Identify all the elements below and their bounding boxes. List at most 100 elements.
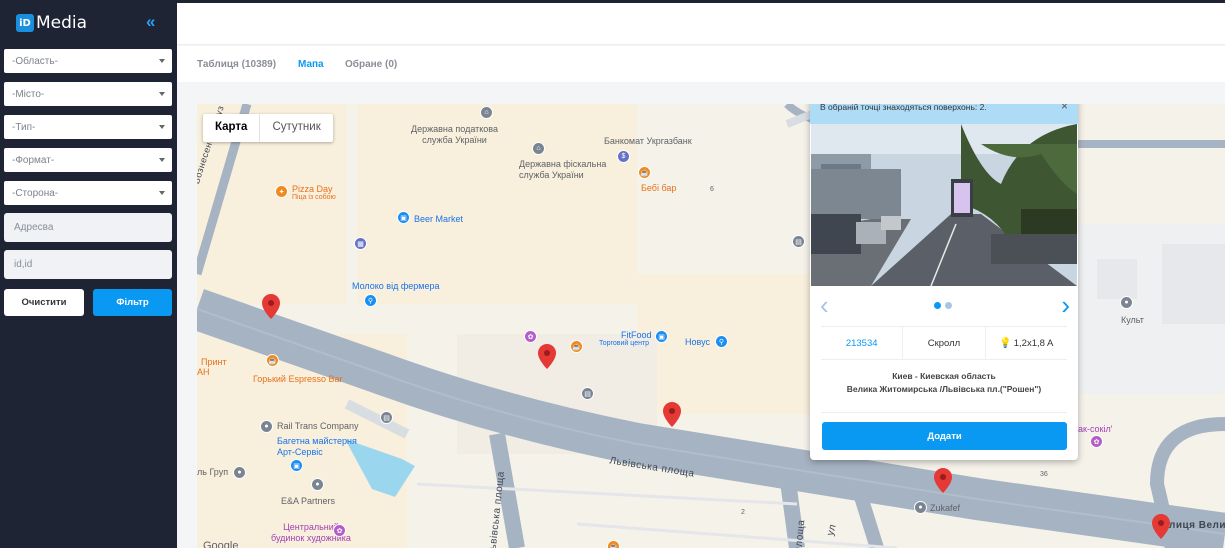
- store-icon: ▦: [354, 237, 367, 250]
- tab-favorites[interactable]: Обране (0): [345, 59, 397, 70]
- billboard-city: Киев - Киевская область: [892, 371, 996, 381]
- building-number-36: 36: [1040, 471, 1048, 478]
- cart-icon: ⚲: [715, 335, 728, 348]
- google-logo: Google: [203, 540, 239, 548]
- region-select-value: -Область-: [12, 56, 58, 67]
- map-type-satellite[interactable]: Сутутник: [260, 114, 332, 142]
- photo-pagination: [934, 302, 952, 309]
- map-marker-pin[interactable]: [1152, 514, 1170, 539]
- cafe-icon: ☕: [570, 340, 583, 353]
- shopping-bag-icon: ▣: [397, 211, 410, 224]
- logo-text: Media: [36, 13, 88, 33]
- cafe-icon: ☕: [607, 540, 620, 548]
- cafe-icon: ☕: [638, 166, 651, 179]
- side-select[interactable]: -Сторона-: [4, 181, 172, 205]
- collapse-sidebar-icon[interactable]: «: [146, 12, 155, 32]
- place-icon: ●: [311, 478, 324, 491]
- poi-novus[interactable]: Новус: [685, 337, 710, 347]
- lightbulb-icon: 💡: [999, 337, 1012, 349]
- building-number-2: 2: [741, 509, 745, 516]
- poi-rail-trans[interactable]: Rail Trans Company: [277, 421, 359, 431]
- view-tabs: Таблиця (10389) Мапа Обране (0): [177, 46, 1225, 82]
- building-number-6: 6: [710, 186, 714, 193]
- billboard-address: Киев - Киевская область Велика Житомирсь…: [810, 370, 1078, 396]
- side-select-value: -Сторона-: [12, 188, 59, 199]
- city-select-value: -Місто-: [12, 89, 45, 100]
- poi-espresso-bar[interactable]: Горький Espresso Bar: [253, 374, 343, 384]
- poi-kult[interactable]: Культ: [1121, 315, 1144, 325]
- bus-stop-icon: ▤: [792, 235, 805, 248]
- logo[interactable]: iD Media: [16, 13, 87, 33]
- place-icon: ●: [914, 501, 927, 514]
- divider: [821, 412, 1067, 413]
- poi-beer-market[interactable]: Beer Market: [414, 214, 463, 224]
- billboard-photo[interactable]: [811, 124, 1077, 286]
- map-marker-pin[interactable]: [538, 344, 556, 369]
- poi-fitfood[interactable]: FitFood: [621, 330, 652, 340]
- map-marker-pin[interactable]: [663, 402, 681, 427]
- place-icon: ●: [1120, 296, 1133, 309]
- bus-stop-icon: ▤: [380, 411, 393, 424]
- chevron-down-icon: [159, 92, 165, 96]
- poi-ea-partners[interactable]: E&A Partners: [281, 496, 335, 506]
- next-photo-icon[interactable]: ›: [1061, 290, 1070, 321]
- poi-fitfood-sub: Торговий центр: [599, 340, 650, 347]
- map[interactable]: Вознесенський уз Львівська площа Львівсь…: [197, 104, 1225, 548]
- street-label-vulytsia: лиця Вели: [1169, 520, 1225, 531]
- billboard-size: 💡 1,2x1,8 A: [984, 327, 1067, 359]
- region-select[interactable]: -Область-: [4, 49, 172, 73]
- map-marker-pin[interactable]: [262, 294, 280, 319]
- map-marker-pin-selected[interactable]: [934, 468, 952, 493]
- type-select-value: -Тип-: [12, 122, 36, 133]
- city-select[interactable]: -Місто-: [4, 82, 172, 106]
- poi-atm[interactable]: Банкомат Укргазбанк: [604, 136, 692, 146]
- government-icon: ⌂: [532, 142, 545, 155]
- billboard-type: Скролл: [902, 327, 984, 359]
- map-type-toggle: Карта Сутутник: [203, 114, 333, 142]
- shopping-bag-icon: ▣: [655, 330, 668, 343]
- tab-table[interactable]: Таблиця (10389): [197, 59, 276, 70]
- poi-milk[interactable]: Молоко від фермера: [352, 281, 439, 291]
- billboard-info-popup: В обраній точці знаходяться поверхонь: 2…: [810, 104, 1078, 460]
- filter-button[interactable]: Фільтр: [93, 289, 172, 316]
- cafe-icon: ☕: [266, 354, 279, 367]
- header: [177, 3, 1225, 45]
- pagination-dot[interactable]: [945, 302, 952, 309]
- poi-tax-service[interactable]: Державна податкова служба України: [411, 124, 498, 146]
- poi-zukafef[interactable]: Zukafef: [930, 503, 960, 513]
- cart-icon: ⚲: [364, 294, 377, 307]
- poi-pizza-day-sub: Піца із собою: [292, 194, 336, 201]
- restaurant-icon: ✦: [275, 185, 288, 198]
- poi-art-service[interactable]: Багетна майстерня Арт-Сервіс: [277, 436, 357, 458]
- popup-note: В обраній точці знаходяться поверхонь: 2…: [810, 104, 1078, 124]
- previous-photo-icon[interactable]: ‹: [820, 290, 829, 321]
- tab-map[interactable]: Мапа: [298, 59, 324, 70]
- poi-group[interactable]: ль Груп: [197, 467, 228, 477]
- type-select[interactable]: -Тип-: [4, 115, 172, 139]
- poi-sokil[interactable]: ак-сокіл': [1078, 424, 1112, 434]
- poi-print[interactable]: Принт: [201, 357, 227, 367]
- poi-bebi-bar[interactable]: Бебі бар: [641, 183, 676, 193]
- poi-pizza-day[interactable]: Pizza Day: [292, 184, 333, 194]
- billboard-code[interactable]: 213534: [821, 327, 902, 359]
- close-icon[interactable]: ×: [1061, 104, 1068, 113]
- clear-button[interactable]: Очистити: [4, 289, 84, 316]
- format-select[interactable]: -Формат-: [4, 148, 172, 172]
- add-button[interactable]: Додати: [822, 422, 1067, 450]
- poi-fiscal-service[interactable]: Державна фіскальна служба України: [519, 159, 606, 181]
- chevron-down-icon: [159, 125, 165, 129]
- id-input[interactable]: [4, 250, 172, 279]
- logo-mark: iD: [16, 14, 34, 32]
- gallery-icon: ✿: [333, 524, 346, 537]
- address-input[interactable]: [4, 213, 172, 242]
- pagination-dot-active[interactable]: [934, 302, 941, 309]
- atm-icon: $: [617, 150, 630, 163]
- billboard-street: Велика Житомирська /Львівська пл.("Рошен…: [846, 384, 1042, 394]
- chevron-down-icon: [159, 158, 165, 162]
- poi-print-cut: АН: [197, 367, 210, 377]
- place-icon: ●: [260, 420, 273, 433]
- billboard-details: 213534 Скролл 💡 1,2x1,8 A: [821, 326, 1067, 360]
- map-type-map[interactable]: Карта: [203, 114, 261, 142]
- chevron-down-icon: [159, 59, 165, 63]
- billboard-size-value: 1,2x1,8 A: [1013, 337, 1054, 349]
